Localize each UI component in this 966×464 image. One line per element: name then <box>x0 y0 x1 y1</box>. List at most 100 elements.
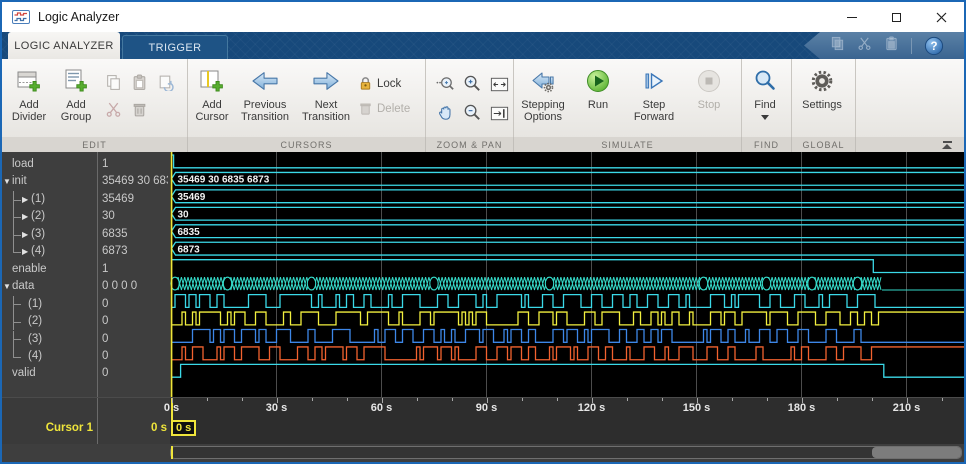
axis-tick <box>207 398 208 401</box>
section-label-global: GLOBAL <box>792 137 856 152</box>
paste-special-button[interactable] <box>152 69 178 96</box>
axis-tick <box>662 398 663 401</box>
find-button[interactable]: Find <box>742 59 788 120</box>
cursor-row: Cursor 1 0 s 0 s <box>2 417 964 444</box>
signal-row-4[interactable]: (4) 0 <box>2 348 170 365</box>
signal-row-valid[interactable]: valid0 <box>2 365 170 382</box>
cursor-marker-box[interactable]: 0 s <box>171 420 196 436</box>
run-icon <box>585 66 611 96</box>
toolbar-group-simulate: Stepping Options Run Step Forward <box>514 59 742 137</box>
signal-value: 0 0 0 0 <box>102 278 168 295</box>
add-group-icon <box>63 66 89 96</box>
signal-row-3[interactable]: (3) 0 <box>2 331 170 348</box>
scrollbar-track[interactable] <box>170 446 962 459</box>
close-button[interactable] <box>919 2 964 32</box>
signal-row-2[interactable]: (2)0 <box>2 313 170 330</box>
zoom-out-button[interactable] <box>459 99 486 128</box>
bus-expander-icon[interactable]: ▶ <box>22 226 28 243</box>
signal-value: 0 <box>102 348 168 365</box>
signal-name: load <box>12 156 34 173</box>
qa-copy-icon[interactable] <box>830 36 845 56</box>
delete-cursor-button[interactable]: Delete <box>358 96 422 121</box>
signal-row-2[interactable]: ▶(2) 30 <box>2 208 170 225</box>
collapse-toolstrip-button[interactable] <box>940 139 954 150</box>
scrollbar-thumb[interactable] <box>872 447 961 458</box>
axis-tick <box>767 398 768 401</box>
waveform-bus-init <box>172 172 965 185</box>
zoom-to-cursor-button[interactable] <box>486 99 513 128</box>
minimize-button[interactable] <box>829 2 874 32</box>
axis-tick-label: 0 s <box>164 402 179 414</box>
svg-text:6873: 6873 <box>178 244 201 255</box>
signal-row-1[interactable]: ▶(1)35469 <box>2 191 170 208</box>
bus-expander-icon[interactable]: ▶ <box>22 243 28 260</box>
zoom-in-time-button[interactable] <box>432 70 459 99</box>
pan-button[interactable] <box>432 99 459 128</box>
help-button[interactable]: ? <box>924 36 944 56</box>
delete-button[interactable] <box>126 96 152 123</box>
axis-tick <box>452 398 453 401</box>
tab-trigger[interactable]: TRIGGER <box>122 35 228 59</box>
lock-button[interactable]: Lock <box>358 71 422 96</box>
qa-cut-icon[interactable] <box>857 36 872 56</box>
signal-name: (4) <box>28 348 42 365</box>
paste-special-icon <box>157 74 174 91</box>
bus-expander-icon[interactable]: ▶ <box>22 208 28 225</box>
signal-value: 0 <box>102 296 168 313</box>
signal-row-enable[interactable]: enable 1 <box>2 261 170 278</box>
add-group-button[interactable]: Add Group <box>52 59 100 123</box>
signal-row-load[interactable]: load1 <box>2 156 170 173</box>
signal-value: 6835 <box>102 226 168 243</box>
add-divider-button[interactable]: Add Divider <box>6 59 52 123</box>
add-divider-icon <box>16 66 42 96</box>
axis-tick <box>557 398 558 401</box>
trash-icon <box>358 101 373 116</box>
signal-row-1[interactable]: (1)0 <box>2 296 170 313</box>
bus-expander-icon[interactable]: ▶ <box>22 191 28 208</box>
axis-tick-label: 180 s <box>788 402 816 414</box>
zoom-in-button[interactable] <box>459 70 486 99</box>
signal-row-data[interactable]: ▼data0 0 0 0 <box>2 278 170 295</box>
qa-paste-icon[interactable] <box>884 36 899 56</box>
signal-name: (2) <box>31 208 45 225</box>
axis-tick-label: 210 s <box>893 402 921 414</box>
signal-value: 30 <box>102 208 168 225</box>
settings-button[interactable]: Settings <box>792 59 852 111</box>
fit-to-view-button[interactable] <box>486 70 513 99</box>
add-cursor-button[interactable]: Add Cursor <box>188 59 236 123</box>
stop-button[interactable]: Stop <box>684 59 734 111</box>
signal-row-init[interactable]: ▼init35469 30 6835 6873 <box>2 173 170 190</box>
maximize-button[interactable] <box>874 2 919 32</box>
signal-name: (2) <box>28 313 42 330</box>
waveform-panel: load1▼init35469 30 6835 6873▶(1)35469▶(2… <box>2 152 964 397</box>
next-transition-button[interactable]: Next Transition <box>294 59 358 123</box>
toolbar-group-global: Settings <box>792 59 856 137</box>
step-forward-button[interactable]: Step Forward <box>624 59 684 123</box>
toolbar-section-strip: EDIT CURSORS ZOOM & PAN SIMULATE FIND GL… <box>2 137 964 152</box>
expander-icon[interactable]: ▼ <box>3 278 11 295</box>
signal-row-3[interactable]: ▶(3)6835 <box>2 226 170 243</box>
run-button[interactable]: Run <box>572 59 624 111</box>
signal-value: 1 <box>102 261 168 278</box>
zoom-in-time-icon <box>435 74 456 95</box>
axis-tick-label: 150 s <box>683 402 711 414</box>
signal-name: (4) <box>31 243 45 260</box>
close-icon <box>936 12 947 23</box>
axis-tick <box>732 398 733 401</box>
signal-value: 0 <box>102 331 168 348</box>
cut-icon <box>105 101 122 118</box>
cut-button[interactable] <box>100 96 126 123</box>
previous-transition-button[interactable]: Previous Transition <box>236 59 294 123</box>
section-label-zoom-pan: ZOOM & PAN <box>426 137 514 152</box>
signal-name: (3) <box>28 331 42 348</box>
time-axis[interactable]: 0 s30 s60 s90 s120 s150 s180 s210 s <box>2 397 964 417</box>
copy-button[interactable] <box>100 69 126 96</box>
tab-logic-analyzer[interactable]: LOGIC ANALYZER <box>8 32 120 59</box>
paste-button[interactable] <box>126 69 152 96</box>
signal-row-4[interactable]: ▶(4)6873 <box>2 243 170 260</box>
stepping-options-button[interactable]: Stepping Options <box>514 59 572 123</box>
signal-name: enable <box>12 261 47 278</box>
axis-tick <box>837 398 838 401</box>
expander-icon[interactable]: ▼ <box>3 173 11 190</box>
waveform-display[interactable]: 35469 30 6835 6873354693068356873 <box>170 152 964 397</box>
